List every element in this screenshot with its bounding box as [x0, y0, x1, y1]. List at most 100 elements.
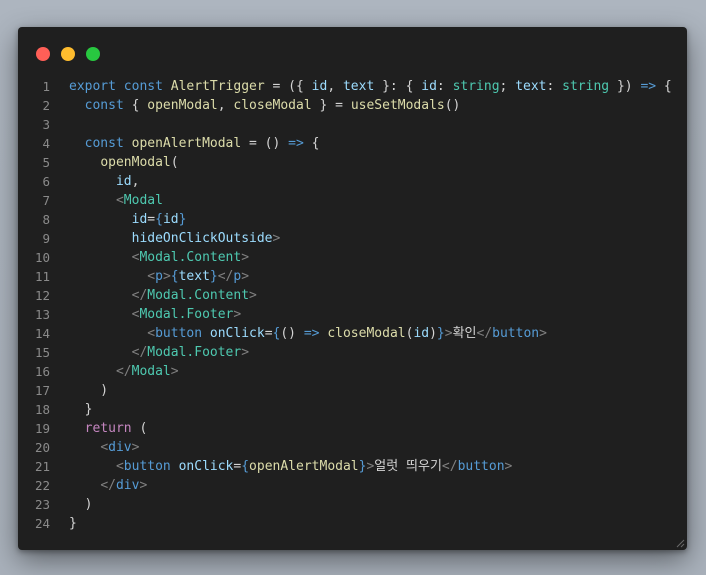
code-token: : [436, 79, 453, 94]
line-number: 15 [34, 345, 50, 360]
code-token: div [115, 478, 140, 493]
code-token: , [217, 98, 234, 113]
code-token: string [562, 79, 610, 94]
code-line: 20 <div> [18, 438, 687, 457]
line-number: 12 [34, 288, 50, 303]
line-number: 23 [34, 497, 50, 512]
code-token: } [209, 269, 218, 284]
code-text: ) [69, 495, 93, 514]
maximize-window-button[interactable] [86, 47, 100, 61]
code-token: onClick [209, 326, 265, 341]
code-text: </Modal.Content> [69, 286, 257, 305]
code-text: <Modal.Footer> [69, 305, 242, 324]
code-token: id [413, 326, 430, 341]
code-text: <p>{text}</p> [69, 267, 249, 286]
code-token: button [155, 326, 203, 341]
code-line: 23 ) [18, 495, 687, 514]
code-token: 얼럿 띄우기 [374, 459, 442, 474]
code-token: </ [441, 459, 458, 474]
code-token: </ [476, 326, 493, 341]
code-line: 3 [18, 115, 687, 134]
code-token: button [123, 459, 171, 474]
code-token: openAlertModal [131, 136, 242, 151]
code-text: <button onClick={() => closeModal(id)}>확… [69, 324, 547, 343]
line-number: 11 [34, 269, 50, 284]
line-number: 1 [42, 79, 50, 94]
code-text: const openAlertModal = () => { [69, 134, 320, 153]
code-token: return [84, 421, 132, 436]
line-number: 4 [42, 136, 50, 151]
code-line: 10 <Modal.Content> [18, 248, 687, 267]
code-token: closeModal [233, 98, 312, 113]
code-text: } [69, 514, 77, 533]
code-token: < [115, 459, 124, 474]
minimize-window-button[interactable] [61, 47, 75, 61]
code-token: const [84, 98, 124, 113]
code-text: openModal( [69, 153, 178, 172]
code-token: () [280, 326, 304, 341]
code-text: id={id} [69, 210, 187, 229]
code-token: button [492, 326, 540, 341]
code-token: > [241, 250, 250, 265]
code-token: </ [217, 269, 234, 284]
code-text: return ( [69, 419, 148, 438]
code-token: => [303, 326, 320, 341]
code-token: } = [311, 98, 351, 113]
code-text: <Modal.Content> [69, 248, 249, 267]
code-text: export const AlertTrigger = ({ id, text … [69, 77, 672, 96]
code-token: { [123, 98, 148, 113]
code-line: 4 const openAlertModal = () => { [18, 134, 687, 153]
code-token: > [444, 326, 453, 341]
close-window-button[interactable] [36, 47, 50, 61]
code-text: </div> [69, 476, 147, 495]
code-line: 2 const { openModal, closeModal } = useS… [18, 96, 687, 115]
code-token: > [539, 326, 547, 341]
line-number: 9 [42, 231, 50, 246]
line-number: 20 [34, 440, 50, 455]
code-line: 7 <Modal [18, 191, 687, 210]
code-token: ) [69, 383, 109, 398]
code-text: hideOnClickOutside> [69, 229, 281, 248]
code-token: hideOnClickOutside [131, 231, 273, 246]
code-line: 19 return ( [18, 419, 687, 438]
code-token: > [504, 459, 513, 474]
code-token: > [241, 345, 250, 360]
code-token: > [233, 307, 242, 322]
code-text: <button onClick={openAlertModal}>얼럿 띄우기<… [69, 457, 512, 476]
resize-grip-icon[interactable] [675, 538, 685, 548]
code-token: Modal.Footer [139, 307, 234, 322]
code-editor[interactable]: 1 export const AlertTrigger = ({ id, text… [18, 77, 687, 533]
code-token: > [139, 478, 148, 493]
code-text: const { openModal, closeModal } = useSet… [69, 96, 461, 115]
line-number: 10 [34, 250, 50, 265]
line-number: 8 [42, 212, 50, 227]
code-token: < [147, 269, 156, 284]
code-text: } [69, 400, 93, 419]
code-token: > [162, 269, 171, 284]
code-token: text [515, 79, 547, 94]
code-line: 9 hideOnClickOutside> [18, 229, 687, 248]
code-line: 18 } [18, 400, 687, 419]
code-token: }: { [374, 79, 422, 94]
code-token: () [444, 98, 461, 113]
code-token: div [108, 440, 132, 455]
code-token: => [288, 136, 304, 151]
code-token: Modal [123, 193, 163, 208]
code-token: button [457, 459, 505, 474]
code-line: 22 </div> [18, 476, 687, 495]
code-line: 24} [18, 514, 687, 533]
code-token: > [249, 288, 257, 303]
